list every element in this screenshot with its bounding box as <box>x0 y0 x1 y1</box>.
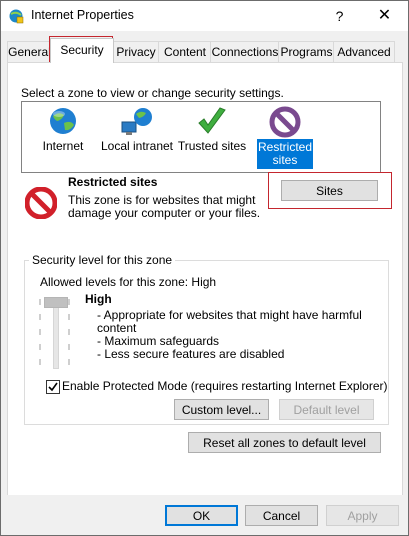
intranet-icon <box>121 108 152 135</box>
tab-content[interactable]: Content <box>158 41 212 62</box>
zone-instruction: Select a zone to view or change security… <box>21 86 284 100</box>
sites-button-highlight <box>268 172 392 209</box>
level-bullet: content <box>97 321 137 335</box>
slider-tick <box>68 314 70 320</box>
slider-track <box>53 299 59 369</box>
slider-tick <box>39 359 41 365</box>
reset-all-zones-button[interactable]: Reset all zones to default level <box>188 432 381 453</box>
tab-advanced[interactable]: Advanced <box>333 41 395 62</box>
internet-properties-window: Internet Properties ? ✕ General Security… <box>0 0 409 536</box>
slider-tick <box>39 314 41 320</box>
zone-label: Local intranet <box>100 139 174 153</box>
zone-trusted-sites[interactable]: Trusted sites <box>177 102 247 170</box>
tab-security[interactable]: Security <box>50 38 114 63</box>
globe-icon <box>50 108 76 134</box>
restricted-zone-icon <box>25 187 57 219</box>
protected-mode-checkbox[interactable] <box>46 380 60 394</box>
default-level-button[interactable]: Default level <box>279 399 374 420</box>
title-bar[interactable]: Internet Properties ? ✕ <box>1 1 408 31</box>
help-button[interactable]: ? <box>317 1 362 31</box>
checkmark-icon <box>198 107 226 134</box>
zone-label: Internet <box>42 139 84 153</box>
tab-privacy[interactable]: Privacy <box>112 41 160 62</box>
zone-list: Internet Local intranet Trusted sites Re… <box>21 101 381 173</box>
tab-programs[interactable]: Programs <box>278 41 335 62</box>
apply-button[interactable]: Apply <box>326 505 399 526</box>
zone-internet[interactable]: Internet <box>30 102 96 170</box>
zone-restricted-sites[interactable]: Restricted sites <box>257 102 313 170</box>
zone-description-line-1: This zone is for websites that might <box>68 193 256 207</box>
level-name: High <box>85 292 112 306</box>
tab-general[interactable]: General <box>7 41 52 62</box>
level-bullet: - Maximum safeguards <box>97 334 220 348</box>
ok-button[interactable]: OK <box>165 505 238 526</box>
close-button[interactable]: ✕ <box>362 1 407 31</box>
slider-tick <box>39 299 41 305</box>
slider-thumb[interactable] <box>44 297 68 308</box>
slider-tick <box>68 299 70 305</box>
slider-tick <box>39 329 41 335</box>
level-bullet: - Less secure features are disabled <box>97 347 285 361</box>
protected-mode-label[interactable]: Enable Protected Mode (requires restarti… <box>62 379 388 393</box>
slider-tick <box>39 344 41 350</box>
tab-strip: General Security Privacy Content Connect… <box>7 38 403 63</box>
slider-tick <box>68 359 70 365</box>
allowed-levels-label: Allowed levels for this zone: High <box>40 275 217 289</box>
restricted-icon <box>269 106 301 138</box>
level-bullet: - Appropriate for websites that might ha… <box>97 308 362 322</box>
security-level-group-title: Security level for this zone <box>29 253 176 267</box>
custom-level-button[interactable]: Custom level... <box>174 399 269 420</box>
slider-tick <box>68 329 70 335</box>
tab-connections[interactable]: Connections <box>210 41 280 62</box>
zone-label-line-2: sites <box>272 153 298 167</box>
zone-label: Restricted sites <box>257 139 313 169</box>
internet-properties-icon <box>9 9 24 24</box>
window-title: Internet Properties <box>31 8 134 22</box>
zone-title: Restricted sites <box>68 175 158 189</box>
slider-tick <box>68 344 70 350</box>
zone-description-line-2: damage your computer or your files. <box>68 206 261 220</box>
cancel-button[interactable]: Cancel <box>245 505 318 526</box>
checkmark-icon <box>48 382 58 392</box>
zone-label: Trusted sites <box>177 139 247 153</box>
zone-local-intranet[interactable]: Local intranet <box>100 102 174 170</box>
